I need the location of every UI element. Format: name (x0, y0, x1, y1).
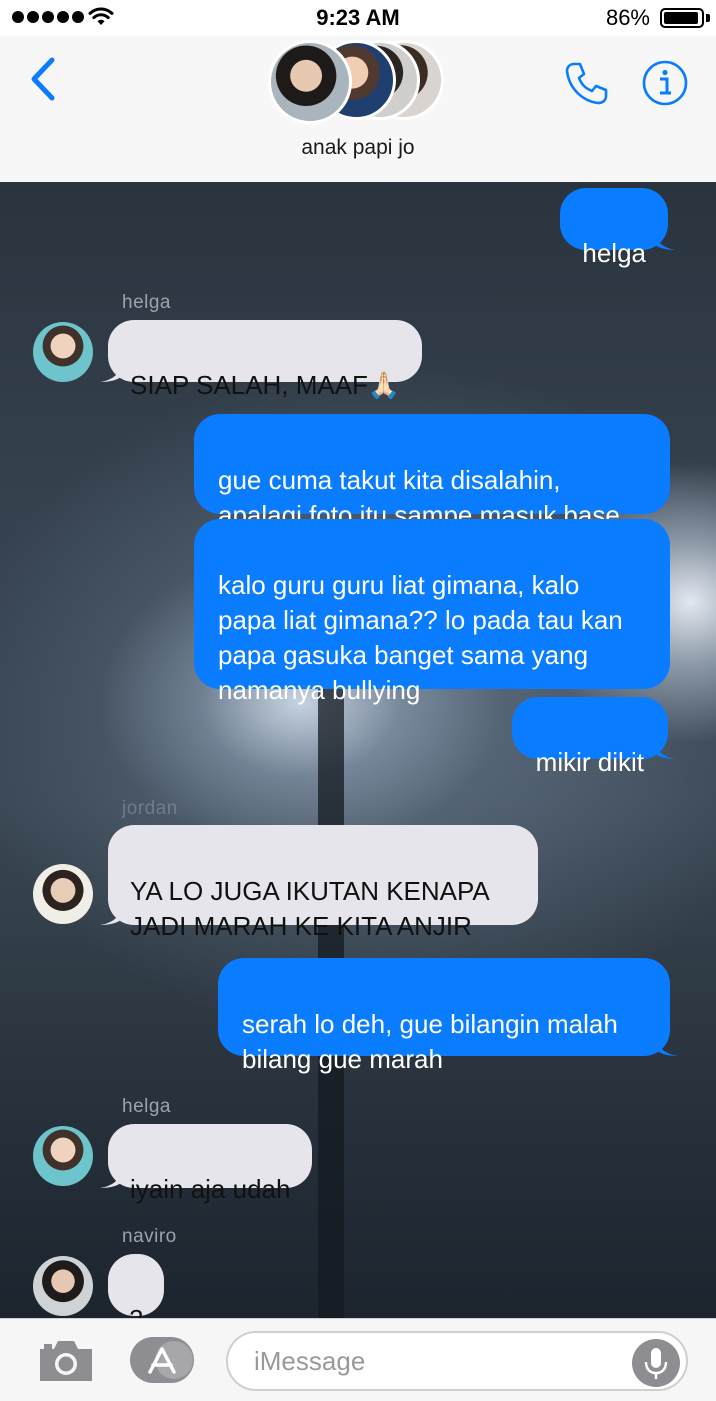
phone-icon (565, 62, 608, 105)
incoming-message-bubble[interactable]: YA LO JUGA IKUTAN KENAPA JADI MARAH KE K… (100, 825, 538, 941)
message-text: iyain aja udah (130, 1174, 291, 1204)
incoming-message-bubble[interactable]: iyain aja udah (100, 1124, 313, 1204)
avatar[interactable] (33, 1126, 93, 1186)
compose-bar (0, 1318, 716, 1401)
incoming-message-bubble[interactable]: SIAP SALAH, MAAF🙏🏻 (100, 320, 423, 400)
app-store-icon (130, 1337, 194, 1383)
avatar[interactable] (33, 1256, 93, 1316)
sender-name: jordan (122, 798, 178, 819)
message-text: SIAP SALAH, MAAF🙏🏻 (130, 370, 401, 400)
message-text: helga (582, 238, 646, 268)
avatar[interactable] (33, 864, 93, 924)
call-button[interactable] (560, 58, 610, 108)
sender-name: helga (122, 292, 171, 313)
avatar[interactable] (33, 322, 93, 382)
battery-percentage: 86% (605, 5, 650, 30)
message-input[interactable] (226, 1331, 688, 1391)
message-text: YA LO JUGA IKUTAN KENAPA JADI MARAH KE K… (130, 876, 490, 941)
message-text: serah lo deh, gue bilangin malah bilang … (242, 1009, 618, 1074)
microphone-button[interactable] (632, 1339, 680, 1387)
camera-button[interactable] (36, 1337, 96, 1385)
status-bar: 9:23 AM 86% (0, 0, 716, 36)
conversation-header: anak papi jo (0, 36, 716, 183)
group-name[interactable]: anak papi jo (0, 136, 716, 160)
outgoing-message-bubble[interactable]: serah lo deh, gue bilangin malah bilang … (218, 958, 678, 1074)
outgoing-message-bubble[interactable]: mikir dikit (511, 697, 676, 777)
message-text: kalo guru guru liat gimana, kalo papa li… (218, 570, 623, 705)
chevron-left-icon (31, 57, 55, 101)
message-text: mikir dikit (535, 747, 644, 777)
info-icon (642, 60, 688, 106)
info-button[interactable] (640, 58, 690, 108)
microphone-icon (644, 1348, 668, 1379)
incoming-message-bubble[interactable]: 2 (108, 1254, 165, 1318)
outgoing-message-bubble[interactable]: gue cuma takut kita disalahin, apalagi f… (194, 414, 670, 530)
sender-name: naviro (122, 1226, 177, 1247)
outgoing-message-bubble[interactable]: helga (560, 188, 676, 268)
message-list[interactable]: helga helga SIAP SALAH, MAAF🙏🏻 gue cuma … (0, 182, 716, 1318)
group-member-avatar (268, 40, 352, 124)
back-button[interactable] (24, 54, 64, 104)
outgoing-message-bubble[interactable]: kalo guru guru liat gimana, kalo papa li… (194, 519, 670, 705)
group-avatar-stack[interactable] (268, 40, 448, 124)
message-text: 2 (129, 1304, 143, 1318)
battery-icon (660, 8, 704, 28)
apps-button[interactable] (128, 1335, 196, 1385)
camera-icon (40, 1341, 92, 1381)
sender-name: helga (122, 1096, 171, 1117)
